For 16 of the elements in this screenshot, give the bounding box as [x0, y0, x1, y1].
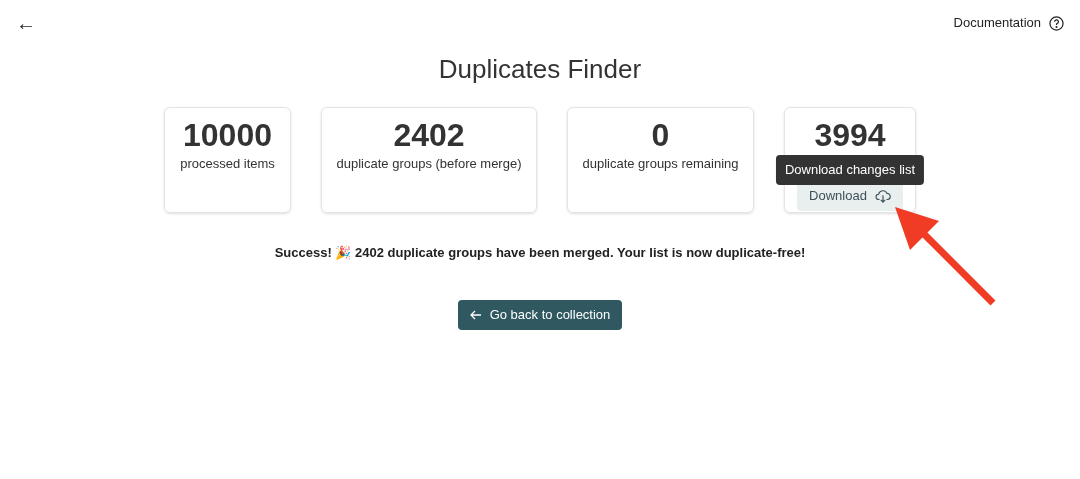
success-message: Success! 🎉 2402 duplicate groups have been merged. Your list is now duplicate-free!	[274, 244, 806, 262]
help-icon	[1049, 15, 1064, 31]
back-button[interactable]: ←	[16, 13, 36, 33]
cloud-download-icon	[874, 189, 891, 203]
stat-label: duplicate groups (before merge)	[336, 155, 522, 173]
tooltip: Download changes list	[775, 155, 925, 185]
stat-value: 10000	[183, 116, 272, 154]
back-to-collection-button[interactable]: Go back to collection	[457, 299, 623, 330]
arrow-left-icon	[469, 309, 482, 320]
documentation-link[interactable]: Documentation	[953, 13, 1064, 33]
stat-value: 2402	[393, 116, 465, 154]
stat-value: 0	[651, 116, 670, 154]
page-title: Duplicates Finder	[438, 53, 642, 86]
stat-label: duplicate groups remaining	[582, 155, 739, 173]
stat-value: 3994	[814, 116, 886, 154]
stat-label: processed items	[180, 155, 275, 173]
